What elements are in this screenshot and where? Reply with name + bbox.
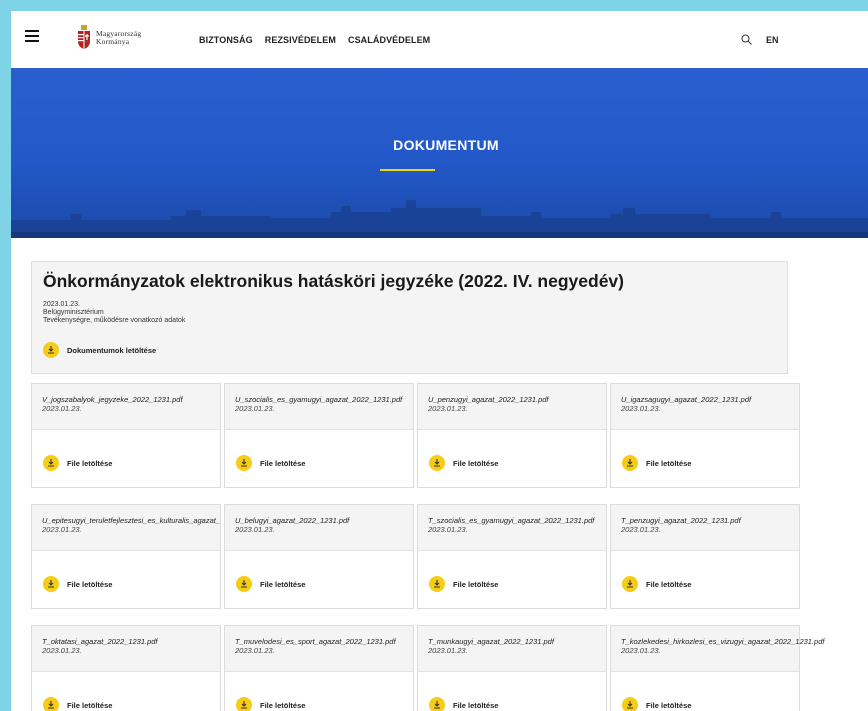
file-card: T_kozlekedesi_hirkozlesi_es_vizugyi_agaz…: [610, 625, 825, 711]
file-name: U_szocialis_es_gyamugyi_agazat_2022_1231…: [235, 395, 403, 404]
file-download-button[interactable]: File letöltése: [236, 455, 305, 471]
document-meta: 2023.01.23. Belügyminisztérium Tevékenys…: [43, 301, 185, 325]
download-icon: [429, 455, 445, 471]
nav-item-biztonsag[interactable]: BIZTONSÁG: [199, 35, 253, 45]
download-icon: [622, 455, 638, 471]
download-icon: [429, 576, 445, 592]
download-label: File letöltése: [67, 700, 113, 710]
page-title: DOKUMENTUM: [393, 137, 499, 153]
file-download-button[interactable]: File letöltése: [43, 576, 112, 592]
download-label: Dokumentumok letöltése: [67, 345, 157, 355]
file-card: T_penzugyi_agazat_2022_1231.pdf 2023.01.2…: [610, 504, 800, 609]
parliament-silhouette-image: [11, 200, 868, 238]
download-icon: [43, 697, 59, 711]
download-icon: [43, 576, 59, 592]
file-date: 2023.01.23.: [428, 404, 468, 413]
file-download-button[interactable]: File letöltése: [236, 576, 305, 592]
file-date: 2023.01.23.: [235, 525, 275, 534]
file-date: 2023.01.23.: [42, 646, 82, 655]
download-icon: [43, 455, 59, 471]
document-date: 2023.01.23.: [43, 301, 80, 308]
file-download-button[interactable]: File letöltése: [429, 697, 498, 711]
file-name: T_muvelodesi_es_sport_agazat_2022_1231.p…: [235, 637, 396, 646]
file-download-button[interactable]: File letöltése: [43, 455, 112, 471]
file-card: T_munkaugyi_agazat_2022_1231.pdf 2023.01.…: [417, 625, 607, 711]
language-switch[interactable]: EN: [766, 35, 779, 45]
download-label: File letöltése: [453, 458, 499, 468]
file-card: V_jogszabalyok_jegyzeke_2022_1231.pdf 202…: [31, 383, 221, 488]
file-card: U_epitesugyi_teruletfejlesztesi_es_kultu…: [31, 504, 221, 609]
file-name: U_belugyi_agazat_2022_1231.pdf: [235, 516, 350, 525]
file-date: 2023.01.23.: [235, 646, 275, 655]
title-underline: [380, 169, 435, 171]
file-card: U_belugyi_agazat_2022_1231.pdf 2023.01.23…: [224, 504, 414, 609]
file-card: U_penzugyi_agazat_2022_1231.pdf 2023.01.2…: [417, 383, 607, 488]
file-date: 2023.01.23.: [621, 525, 661, 534]
site-header: Magyarország Kormánya BIZTONSÁG REZSIVÉD…: [11, 11, 868, 68]
file-download-button[interactable]: File letöltése: [43, 697, 112, 711]
site-logo-text[interactable]: Magyarország Kormánya: [96, 30, 141, 46]
page-frame: Magyarország Kormánya BIZTONSÁG REZSIVÉD…: [11, 11, 868, 711]
file-download-button[interactable]: File letöltése: [236, 697, 305, 711]
file-card: T_muvelodesi_es_sport_agazat_2022_1231.p…: [224, 625, 414, 711]
coat-of-arms-icon[interactable]: [77, 25, 91, 49]
file-download-button[interactable]: File letöltése: [622, 697, 691, 711]
download-icon: [236, 576, 252, 592]
file-name: T_kozlekedesi_hirkozlesi_es_vizugyi_agaz…: [621, 637, 825, 646]
download-icon: [622, 576, 638, 592]
file-card: U_igazsagugyi_agazat_2022_1231.pdf 2023.0…: [610, 383, 800, 488]
nav-item-csaladvedelem[interactable]: CSALÁDVÉDELEM: [348, 35, 430, 45]
nav-item-rezsivedelem[interactable]: REZSIVÉDELEM: [265, 35, 336, 45]
download-label: File letöltése: [260, 700, 306, 710]
logo-line-2: Kormánya: [96, 37, 130, 46]
file-date: 2023.01.23.: [621, 404, 661, 413]
download-icon: [43, 342, 59, 358]
file-card: U_szocialis_es_gyamugyi_agazat_2022_1231…: [224, 383, 414, 488]
document-category: Tevékenységre, működésre vonatkozó adato…: [43, 317, 186, 324]
download-label: File letöltése: [646, 579, 692, 589]
download-label: File letöltése: [67, 579, 113, 589]
file-card: T_oktatasi_agazat_2022_1231.pdf 2023.01.2…: [31, 625, 221, 711]
download-label: File letöltése: [453, 700, 499, 710]
file-name: T_munkaugyi_agazat_2022_1231.pdf: [428, 637, 554, 646]
document-title: Önkormányzatok elektronikus hatásköri je…: [43, 271, 624, 291]
file-download-button[interactable]: File letöltése: [622, 576, 691, 592]
file-date: 2023.01.23.: [42, 525, 82, 534]
menu-icon[interactable]: [25, 30, 39, 42]
download-icon: [236, 455, 252, 471]
file-date: 2023.01.23.: [621, 646, 661, 655]
file-name: T_penzugyi_agazat_2022_1231.pdf: [621, 516, 741, 525]
file-name: U_igazsagugyi_agazat_2022_1231.pdf: [621, 395, 752, 404]
download-label: File letöltése: [260, 458, 306, 468]
document-ministry: Belügyminisztérium: [43, 309, 104, 316]
file-name: V_jogszabalyok_jegyzeke_2022_1231.pdf: [42, 395, 183, 404]
download-label: File letöltése: [646, 458, 692, 468]
download-label: File letöltése: [67, 458, 113, 468]
download-label: File letöltése: [453, 579, 499, 589]
file-name: U_penzugyi_agazat_2022_1231.pdf: [428, 395, 549, 404]
file-date: 2023.01.23.: [428, 646, 468, 655]
file-download-button[interactable]: File letöltése: [429, 576, 498, 592]
file-download-button[interactable]: File letöltése: [622, 455, 691, 471]
file-date: 2023.01.23.: [235, 404, 275, 413]
download-label: File letöltése: [646, 700, 692, 710]
hero-banner: DOKUMENTUM: [11, 68, 868, 238]
file-date: 2023.01.23.: [42, 404, 82, 413]
file-date: 2023.01.23.: [428, 525, 468, 534]
documents-download-button[interactable]: Dokumentumok letöltése: [43, 342, 156, 358]
search-icon[interactable]: [741, 34, 752, 45]
document-card: Önkormányzatok elektronikus hatásköri je…: [31, 261, 788, 374]
file-name: U_epitesugyi_teruletfejlesztesi_es_kultu…: [42, 516, 221, 525]
file-download-button[interactable]: File letöltése: [429, 455, 498, 471]
download-label: File letöltése: [260, 579, 306, 589]
main-nav: BIZTONSÁG REZSIVÉDELEM CSALÁDVÉDELEM: [199, 35, 430, 45]
file-card: T_szocialis_es_gyamugyi_agazat_2022_1231…: [417, 504, 607, 609]
file-name: T_oktatasi_agazat_2022_1231.pdf: [42, 637, 158, 646]
download-icon: [622, 697, 638, 711]
file-name: T_szocialis_es_gyamugyi_agazat_2022_1231…: [428, 516, 595, 525]
download-icon: [236, 697, 252, 711]
download-icon: [429, 697, 445, 711]
